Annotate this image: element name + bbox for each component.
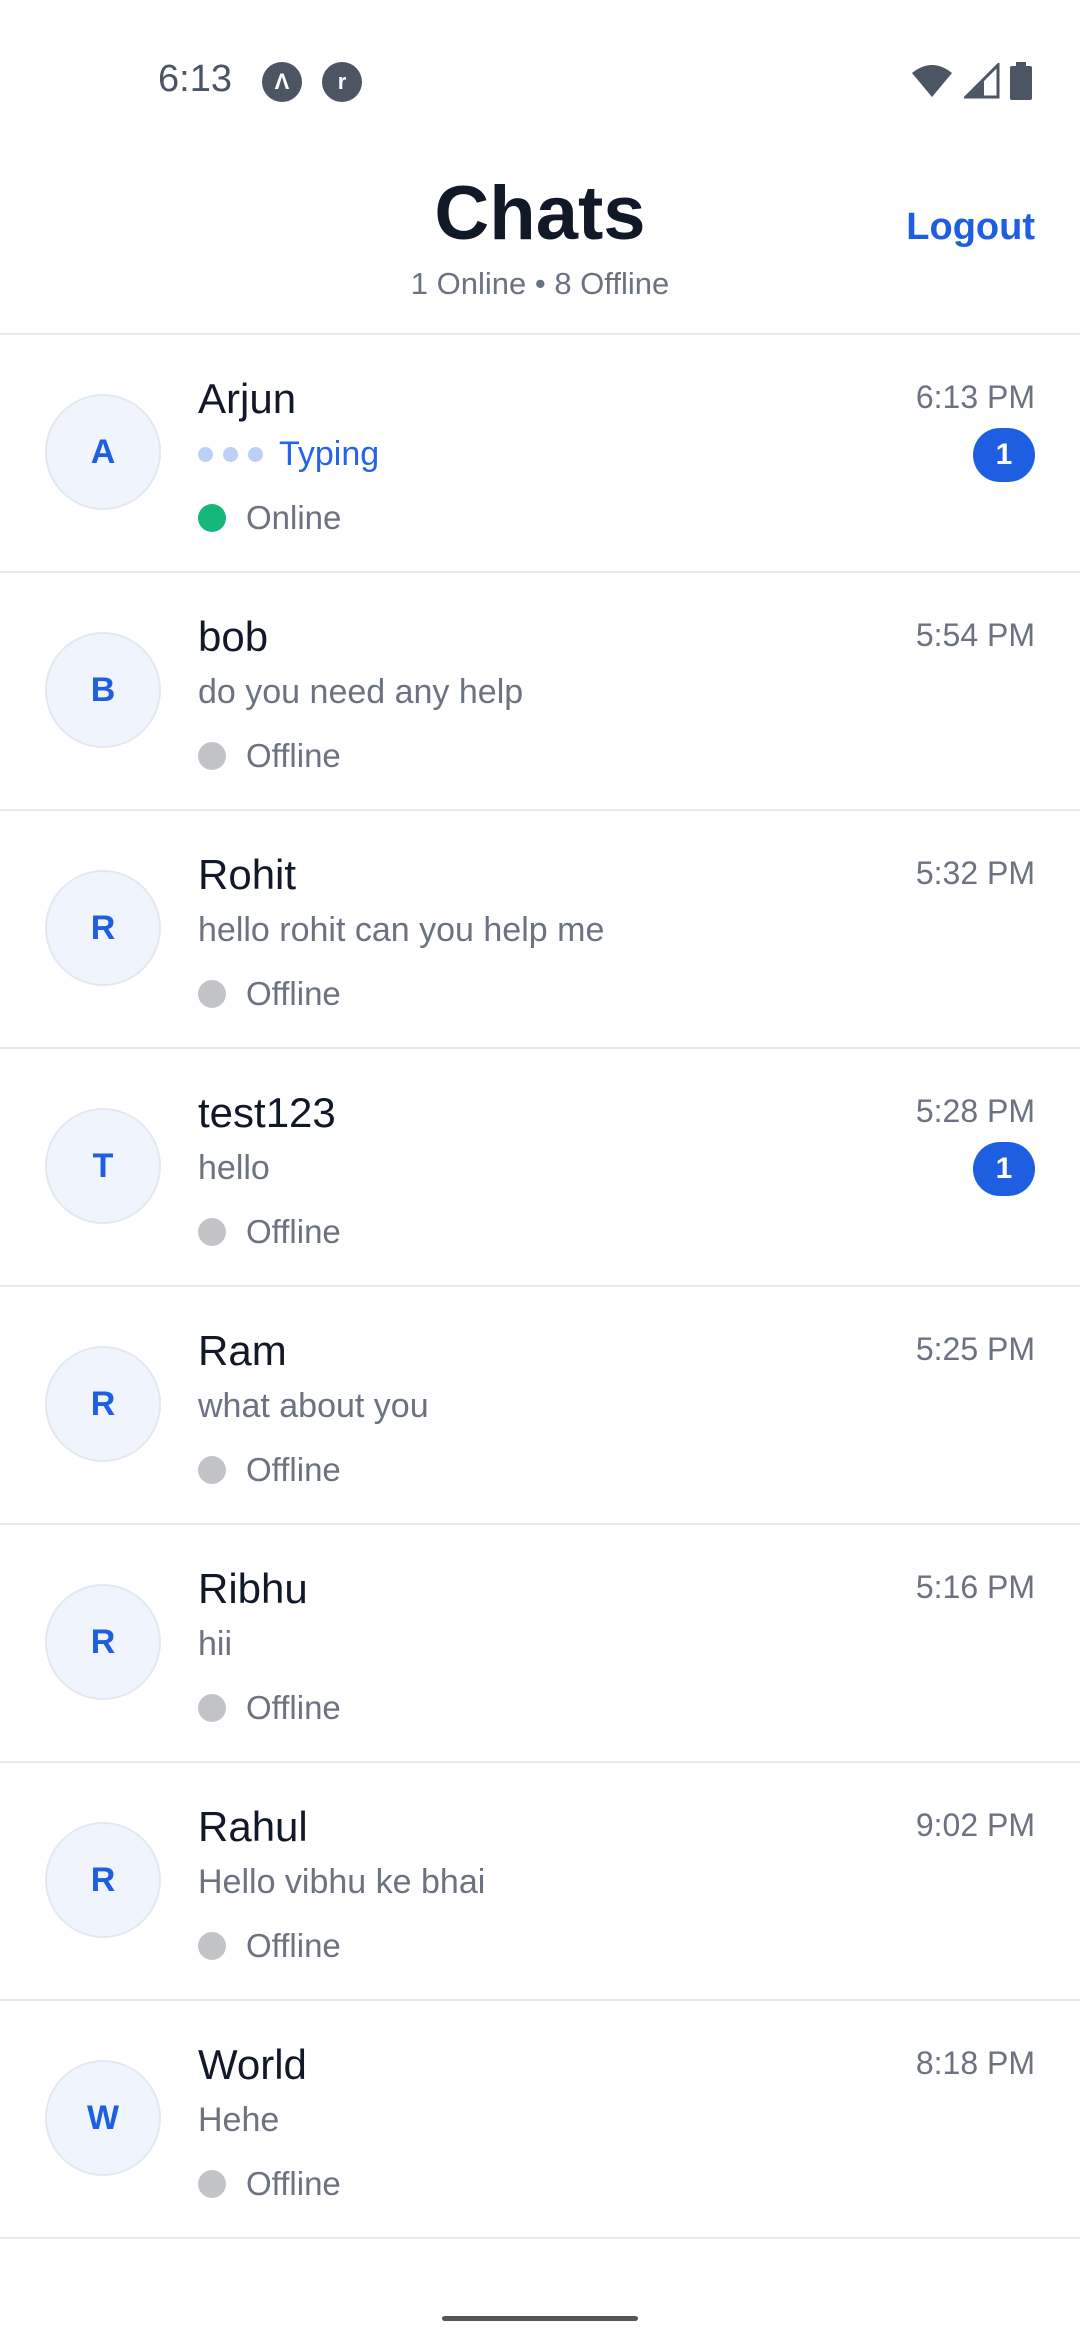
avatar: R: [45, 1584, 161, 1700]
signal-icon: [964, 63, 1000, 99]
contact-name: Ram: [198, 1327, 287, 1374]
message-time: 9:02 PM: [915, 1807, 1035, 1843]
presence-label: Offline: [246, 1213, 341, 1250]
offline-dot-icon: [198, 742, 226, 770]
presence-label: Offline: [246, 1689, 341, 1726]
status-time: 6:13: [158, 58, 232, 100]
contact-name: test123: [198, 1089, 336, 1136]
presence-status: Offline: [198, 1689, 341, 1727]
battery-icon: [1010, 62, 1032, 100]
message-time: 6:13 PM: [915, 379, 1035, 415]
unread-badge: 1: [973, 428, 1035, 482]
presence-label: Offline: [246, 1927, 341, 1964]
contact-name: bob: [198, 613, 269, 660]
message-time: 8:18 PM: [915, 2045, 1035, 2081]
presence-label: Offline: [246, 2165, 341, 2202]
presence-status: Online: [198, 499, 341, 537]
last-message: hello: [198, 1149, 270, 1187]
offline-dot-icon: [198, 1218, 226, 1246]
offline-dot-icon: [198, 1932, 226, 1960]
message-time: 5:54 PM: [915, 617, 1035, 653]
chat-row-arjun[interactable]: A Arjun Typing Online 6:13 PM 1: [0, 335, 1080, 573]
status-bar: 6:13 Λ r: [0, 0, 1080, 160]
message-time: 5:28 PM: [915, 1093, 1035, 1129]
last-message: hello rohit can you help me: [198, 911, 605, 949]
last-message: Hehe: [198, 2101, 280, 2139]
chat-list: A Arjun Typing Online 6:13 PM 1 B bob do…: [0, 335, 1080, 2239]
unread-badge: 1: [973, 1142, 1035, 1196]
message-time: 5:16 PM: [915, 1569, 1035, 1605]
contact-name: Ribhu: [198, 1565, 308, 1612]
logout-button[interactable]: Logout: [906, 206, 1035, 249]
offline-dot-icon: [198, 1456, 226, 1484]
avatar: B: [45, 632, 161, 748]
avatar: R: [45, 1822, 161, 1938]
offline-dot-icon: [198, 2170, 226, 2198]
chat-row-world[interactable]: W World Hehe Offline 8:18 PM: [0, 2001, 1080, 2239]
chat-row-ribhu[interactable]: R Ribhu hii Offline 5:16 PM: [0, 1525, 1080, 1763]
app-a-icon: Λ: [262, 62, 302, 102]
chats-header: Chats 1 Online • 8 Offline Logout: [0, 160, 1080, 335]
avatar: R: [45, 1346, 161, 1462]
message-time: 5:25 PM: [915, 1331, 1035, 1367]
avatar: R: [45, 870, 161, 986]
presence-label: Offline: [246, 1451, 341, 1488]
presence-label: Offline: [246, 975, 341, 1012]
chat-row-rohit[interactable]: R Rohit hello rohit can you help me Offl…: [0, 811, 1080, 1049]
presence-status: Offline: [198, 1213, 341, 1251]
presence-status: Offline: [198, 1451, 341, 1489]
contact-name: Rohit: [198, 851, 297, 898]
last-message: what about you: [198, 1387, 429, 1425]
online-dot-icon: [198, 504, 226, 532]
typing-indicator: Typing: [198, 435, 379, 474]
presence-label: Online: [246, 499, 342, 536]
last-message: Hello vibhu ke bhai: [198, 1863, 486, 1901]
offline-dot-icon: [198, 980, 226, 1008]
last-message: do you need any help: [198, 673, 524, 711]
contact-name: World: [198, 2041, 307, 2088]
wifi-icon: [912, 65, 952, 97]
app-r-icon: r: [322, 62, 362, 102]
presence-label: Offline: [246, 737, 341, 774]
home-indicator[interactable]: [442, 2316, 638, 2321]
contact-name: Rahul: [198, 1803, 308, 1850]
avatar: A: [45, 394, 161, 510]
typing-dots-icon: [198, 447, 263, 462]
chat-row-ram[interactable]: R Ram what about you Offline 5:25 PM: [0, 1287, 1080, 1525]
presence-status: Offline: [198, 1927, 341, 1965]
presence-status: Offline: [198, 2165, 341, 2203]
chat-row-rahul[interactable]: R Rahul Hello vibhu ke bhai Offline 9:02…: [0, 1763, 1080, 2001]
chat-row-bob[interactable]: B bob do you need any help Offline 5:54 …: [0, 573, 1080, 811]
presence-status: Offline: [198, 737, 341, 775]
avatar: T: [45, 1108, 161, 1224]
offline-dot-icon: [198, 1694, 226, 1722]
contact-name: Arjun: [198, 375, 297, 422]
message-time: 5:32 PM: [915, 855, 1035, 891]
avatar: W: [45, 2060, 161, 2176]
typing-label: Typing: [279, 435, 380, 473]
chat-row-test123[interactable]: T test123 hello Offline 5:28 PM 1: [0, 1049, 1080, 1287]
presence-status: Offline: [198, 975, 341, 1013]
last-message: hii: [198, 1625, 233, 1663]
presence-summary: 1 Online • 8 Offline: [410, 266, 670, 301]
